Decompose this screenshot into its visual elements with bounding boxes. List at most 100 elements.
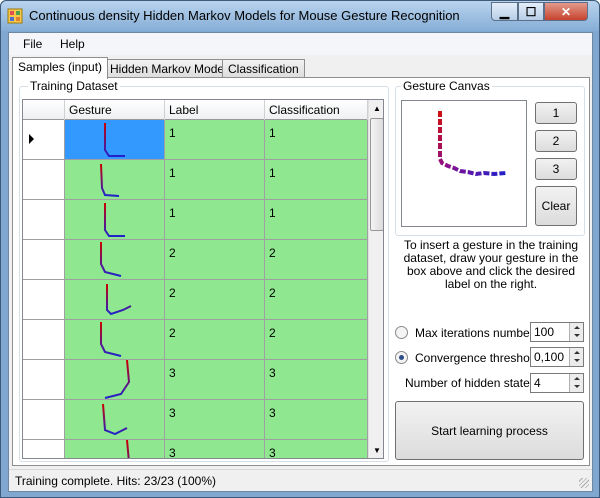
label-cell[interactable]: 3 xyxy=(165,360,265,400)
classification-cell[interactable]: 1 xyxy=(265,200,368,240)
minimize-button[interactable]: ▁ xyxy=(491,2,518,21)
convergence-threshold-radio[interactable] xyxy=(395,351,408,364)
classification-cell[interactable]: 2 xyxy=(265,320,368,360)
max-iterations-radio[interactable] xyxy=(395,326,408,339)
table-row[interactable]: 11 xyxy=(23,120,368,160)
gesture-cell[interactable] xyxy=(65,280,165,320)
column-header-label[interactable]: Label xyxy=(165,100,265,120)
training-grid: Gesture Label Classification 11111122222… xyxy=(22,99,384,459)
row-header[interactable] xyxy=(23,160,65,200)
gesture-cell[interactable] xyxy=(65,320,165,360)
current-row-arrow-icon xyxy=(29,134,34,144)
hidden-states-stepper[interactable]: 4 xyxy=(530,373,584,393)
clear-button[interactable]: Clear xyxy=(535,186,577,226)
row-header[interactable] xyxy=(23,400,65,440)
hidden-states-label: Number of hidden states: xyxy=(405,376,540,390)
title-bar[interactable]: Continuous density Hidden Markov Models … xyxy=(1,1,599,31)
table-row[interactable]: 22 xyxy=(23,280,368,320)
close-button[interactable]: ✕ xyxy=(544,2,588,21)
label-2-button[interactable]: 2 xyxy=(535,130,577,152)
hidden-states-value: 4 xyxy=(534,376,541,390)
scroll-down-arrow-icon[interactable]: ▼ xyxy=(370,442,383,458)
classification-cell[interactable]: 2 xyxy=(265,280,368,320)
spin-arrows-icon[interactable] xyxy=(569,348,583,366)
row-header[interactable] xyxy=(23,440,65,458)
gesture-cell[interactable] xyxy=(65,120,165,160)
row-header[interactable] xyxy=(23,240,65,280)
maximize-button[interactable]: ☐ xyxy=(518,2,544,21)
gesture-cell[interactable] xyxy=(65,400,165,440)
label-cell[interactable]: 2 xyxy=(165,320,265,360)
table-row[interactable]: 33 xyxy=(23,440,368,458)
resize-grip-icon[interactable] xyxy=(579,478,589,488)
convergence-threshold-stepper[interactable]: 0,100 xyxy=(530,347,584,367)
gesture-thumbnail xyxy=(100,322,122,357)
maximize-icon: ☐ xyxy=(525,4,537,19)
label-3-button[interactable]: 3 xyxy=(535,158,577,180)
gesture-cell[interactable] xyxy=(65,200,165,240)
gesture-thumbnail xyxy=(100,163,120,197)
table-row[interactable]: 33 xyxy=(23,360,368,400)
gesture-canvas[interactable] xyxy=(401,100,527,227)
status-text: Training complete. Hits: 23/23 (100%) xyxy=(15,474,216,488)
gesture-canvas-label: Gesture Canvas xyxy=(401,79,492,93)
convergence-threshold-value: 0,100 xyxy=(534,350,565,364)
training-dataset-label: Training Dataset xyxy=(28,79,120,93)
gesture-canvas-group: Gesture Canvas 1 2 3 Clear xyxy=(395,79,585,236)
label-1-button[interactable]: 1 xyxy=(535,102,577,124)
row-header-corner[interactable] xyxy=(23,100,65,120)
samples-tab-panel: Training Dataset Gesture Label Classific… xyxy=(12,77,590,466)
scroll-up-arrow-icon[interactable]: ▲ xyxy=(370,100,383,116)
status-bar: Training complete. Hits: 23/23 (100%) xyxy=(9,469,592,491)
spin-arrows-icon[interactable] xyxy=(569,323,583,341)
classification-cell[interactable]: 3 xyxy=(265,400,368,440)
label-cell[interactable]: 3 xyxy=(165,400,265,440)
label-cell[interactable]: 1 xyxy=(165,200,265,240)
convergence-threshold-label[interactable]: Convergence threshold xyxy=(415,351,539,365)
start-learning-button[interactable]: Start learning process xyxy=(395,401,584,460)
current-gesture-drawing xyxy=(438,111,507,177)
label-cell[interactable]: 1 xyxy=(165,120,265,160)
label-cell[interactable]: 2 xyxy=(165,240,265,280)
client-area: File Help Samples (input) Hidden Markov … xyxy=(8,32,593,492)
main-window: Continuous density Hidden Markov Models … xyxy=(0,0,600,498)
grid-header: Gesture Label Classification xyxy=(23,100,368,120)
row-header[interactable] xyxy=(23,200,65,240)
classification-cell[interactable]: 3 xyxy=(265,360,368,400)
column-header-gesture[interactable]: Gesture xyxy=(65,100,165,120)
gesture-cell[interactable] xyxy=(65,360,165,400)
scrollbar-thumb[interactable] xyxy=(370,118,383,231)
label-cell[interactable]: 1 xyxy=(165,160,265,200)
menu-help[interactable]: Help xyxy=(60,37,85,51)
classification-cell[interactable]: 1 xyxy=(265,160,368,200)
max-iterations-label[interactable]: Max iterations number xyxy=(415,326,534,340)
table-row[interactable]: 22 xyxy=(23,320,368,360)
row-header[interactable] xyxy=(23,280,65,320)
table-row[interactable]: 11 xyxy=(23,160,368,200)
classification-cell[interactable]: 3 xyxy=(265,440,368,458)
classification-cell[interactable]: 2 xyxy=(265,240,368,280)
table-row[interactable]: 22 xyxy=(23,240,368,280)
gesture-cell[interactable] xyxy=(65,160,165,200)
tab-hidden-markov-models[interactable]: Hidden Markov Models xyxy=(104,59,239,78)
vertical-scrollbar[interactable]: ▲ ▼ xyxy=(368,100,383,458)
classification-cell[interactable]: 1 xyxy=(265,120,368,160)
label-cell[interactable]: 2 xyxy=(165,280,265,320)
app-icon xyxy=(7,8,23,24)
row-header[interactable] xyxy=(23,320,65,360)
gesture-thumbnail xyxy=(102,403,128,436)
gesture-cell[interactable] xyxy=(65,440,165,458)
training-dataset-group: Training Dataset Gesture Label Classific… xyxy=(19,79,389,462)
tab-classification[interactable]: Classification xyxy=(222,59,305,78)
menu-file[interactable]: File xyxy=(23,37,42,51)
column-header-classification[interactable]: Classification xyxy=(265,100,368,120)
spin-arrows-icon[interactable] xyxy=(569,374,583,392)
label-cell[interactable]: 3 xyxy=(165,440,265,458)
table-row[interactable]: 33 xyxy=(23,400,368,440)
row-header[interactable] xyxy=(23,360,65,400)
row-header[interactable] xyxy=(23,120,65,160)
tab-samples[interactable]: Samples (input) xyxy=(12,57,109,79)
table-row[interactable]: 11 xyxy=(23,200,368,240)
gesture-cell[interactable] xyxy=(65,240,165,280)
max-iterations-stepper[interactable]: 100 xyxy=(530,322,584,342)
